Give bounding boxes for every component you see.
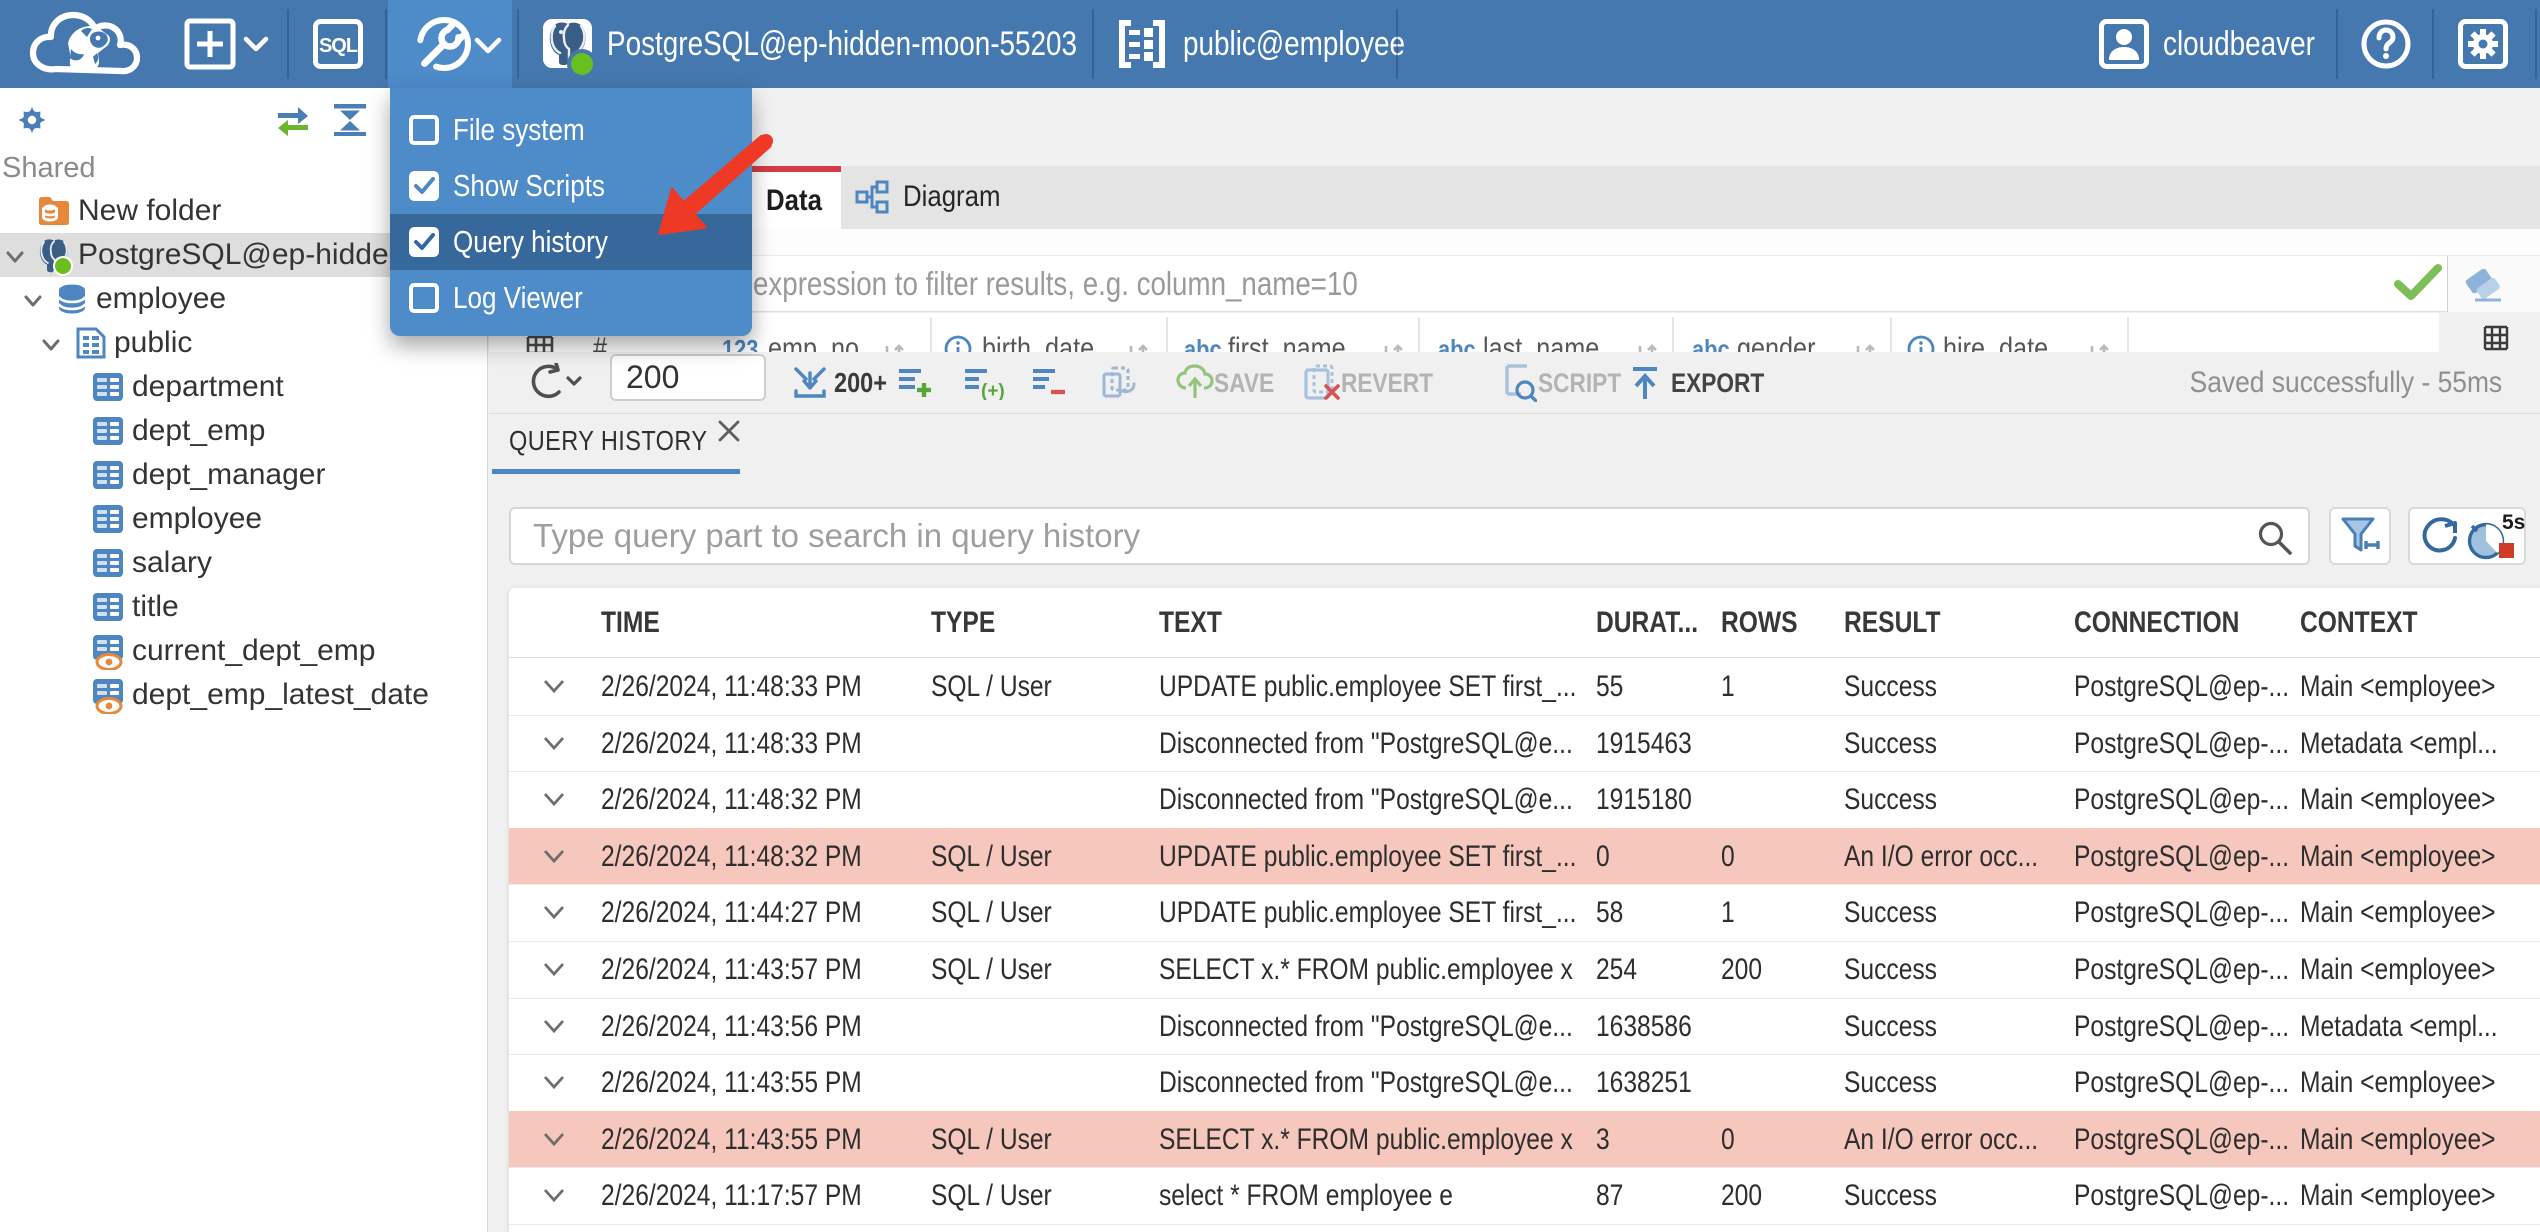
svg-text:(+): (+) bbox=[981, 381, 1005, 400]
svg-text:5s: 5s bbox=[2502, 513, 2525, 534]
svg-text:SQL: SQL bbox=[319, 35, 358, 57]
